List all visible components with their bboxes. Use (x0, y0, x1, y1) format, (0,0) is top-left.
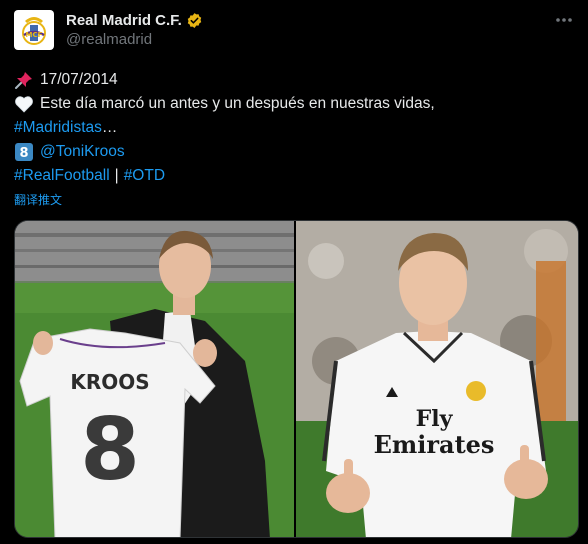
svg-text:MCF: MCF (26, 31, 43, 39)
display-name[interactable]: Real Madrid C.F. (66, 12, 182, 29)
real-madrid-crest-icon: MCF (22, 17, 46, 45)
verified-badge-icon (186, 12, 203, 29)
keycap-number: 8 (19, 146, 28, 161)
hashtag-realfootball[interactable]: #RealFootball (14, 164, 110, 188)
tweet-header: MCF Real Madrid C.F. @realmadrid (14, 10, 574, 50)
jersey-name: KROOS (70, 370, 149, 394)
tweet-date: 17/07/2014 (40, 71, 118, 88)
date-line: 17/07/2014 (14, 68, 574, 92)
avatar[interactable]: MCF (14, 10, 54, 50)
hashtag-madridistas[interactable]: #Madridistas (14, 116, 102, 140)
sponsor-line1: Fly (416, 406, 454, 432)
mention-tonikroos[interactable]: @ToniKroos (40, 140, 125, 164)
media-grid: KROOS 8 Fly Emirates (14, 220, 579, 538)
ellipsis: … (101, 119, 118, 136)
tags-line: #RealFootball | #OTD (14, 164, 574, 188)
jersey-number: 8 (80, 400, 140, 500)
photo-presentation-jersey[interactable]: KROOS 8 (15, 221, 295, 537)
message-line: Este día marcó un antes y un después en … (14, 92, 574, 116)
hashtag-otd[interactable]: #OTD (124, 164, 165, 188)
more-options-icon[interactable] (554, 12, 574, 28)
white-heart-icon (14, 94, 34, 114)
account-handle[interactable]: @realmadrid (66, 31, 152, 48)
keycap-8-icon: 8 (14, 142, 34, 162)
separator: | (114, 167, 119, 184)
translate-tweet-link[interactable]: 翻译推文 (14, 191, 62, 208)
tweet-text: 17/07/2014 Este día marcó un antes y un … (14, 68, 574, 188)
message-text: Este día marcó un antes y un después en … (40, 95, 435, 112)
sponsor-line2: Emirates (374, 430, 495, 459)
hashtag-line: #Madridistas… (14, 116, 574, 140)
photo-thumbs-up[interactable]: Fly Emirates (296, 221, 578, 537)
pushpin-icon (14, 70, 34, 90)
mention-line: 8 @ToniKroos (14, 140, 574, 164)
